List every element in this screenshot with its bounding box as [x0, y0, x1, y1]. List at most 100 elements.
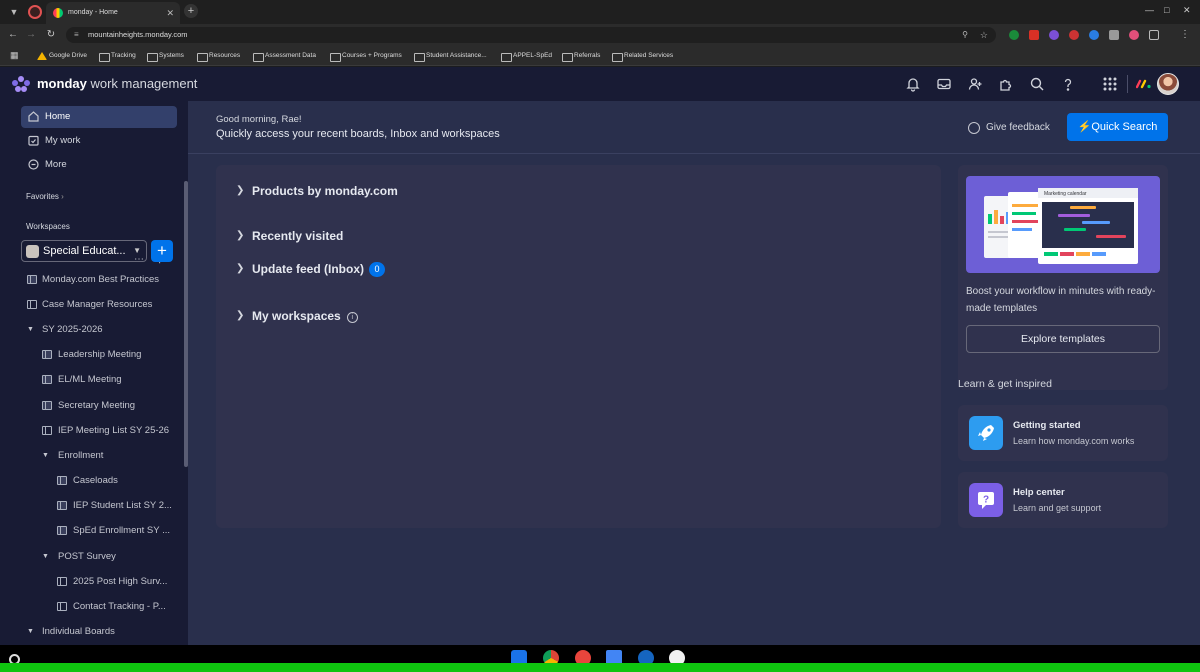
reload-icon[interactable]: ↻	[44, 27, 58, 43]
recording-tab-icon[interactable]	[28, 5, 42, 19]
help-icon[interactable]	[1060, 76, 1076, 92]
quick-search-button[interactable]: ⚡Quick Search	[1067, 113, 1168, 141]
section-my-workspaces[interactable]: ❯ My workspacesi	[236, 308, 358, 324]
search-icon[interactable]	[1029, 76, 1045, 92]
chevron-right-icon: ❯	[236, 228, 244, 244]
site-info-icon[interactable]: ≡	[74, 27, 79, 43]
integrations-puzzle-icon[interactable]	[998, 76, 1014, 92]
bookmark-star-icon[interactable]: ☆	[980, 27, 988, 43]
bookmark-item[interactable]: Systems	[147, 50, 184, 62]
extensions-puzzle-icon[interactable]	[1149, 30, 1159, 40]
info-icon[interactable]: i	[347, 312, 358, 323]
bookmark-item[interactable]: Referrals	[562, 50, 600, 62]
tree-item[interactable]: 2025 Post High Surv...	[57, 574, 167, 590]
extension-icon[interactable]	[1049, 30, 1059, 40]
tree-item[interactable]: Caseloads	[57, 473, 118, 489]
tree-item[interactable]: Monday.com Best Practices	[27, 272, 159, 288]
extension-icon[interactable]	[1009, 30, 1019, 40]
extension-icon[interactable]	[1089, 30, 1099, 40]
chevron-right-icon: ❯	[236, 183, 244, 199]
add-workspace-item-button[interactable]: +	[151, 240, 173, 262]
tree-item[interactable]: Leadership Meeting	[42, 347, 141, 363]
extension-icon[interactable]	[1129, 30, 1139, 40]
bookmark-item[interactable]: Courses + Programs	[330, 50, 402, 62]
help-center-card[interactable]: ? Help center Learn and get support	[958, 472, 1168, 528]
tree-item[interactable]: SpEd Enrollment SY ...	[57, 523, 170, 539]
section-recently-visited[interactable]: ❯ Recently visited	[236, 228, 343, 244]
tree-item[interactable]: Case Manager Resources	[27, 297, 152, 313]
tab-search-chevron-icon[interactable]: ▼	[6, 4, 22, 20]
invite-members-icon[interactable]	[967, 76, 983, 92]
tree-item[interactable]: Secretary Meeting	[42, 398, 135, 414]
section-update-feed[interactable]: ❯ Update feed (Inbox)0	[236, 261, 385, 277]
workspaces-label: Workspaces	[26, 222, 70, 231]
forward-icon[interactable]: →	[24, 27, 38, 43]
tree-folder[interactable]: ▼Enrollment	[42, 448, 103, 464]
tree-item[interactable]: IEP Meeting List SY 25-26	[42, 423, 169, 439]
give-feedback-button[interactable]: Give feedback	[968, 121, 1050, 135]
browser-tab-active[interactable]: monday - Home ✕	[46, 2, 180, 24]
bookmark-item[interactable]: APPEL-SpEd	[501, 50, 552, 62]
sidebar-item-home[interactable]: Home	[21, 106, 177, 128]
tree-item-label: Monday.com Best Practices	[42, 274, 159, 285]
extension-icon[interactable]	[1109, 30, 1119, 40]
inbox-count-badge: 0	[369, 262, 385, 277]
tree-item[interactable]: Contact Tracking - P...	[57, 599, 166, 615]
explore-templates-button[interactable]: Explore templates	[966, 325, 1160, 353]
zoom-icon[interactable]: ⚲	[962, 27, 968, 43]
bookmark-item[interactable]: Tracking	[99, 50, 136, 62]
sidebar-item-more[interactable]: More	[21, 154, 177, 176]
tree-folder[interactable]: ▼POST Survey	[42, 549, 116, 565]
apps-grid-icon[interactable]	[1102, 76, 1118, 92]
tree-folder[interactable]: ▼Individual Boards	[27, 624, 115, 640]
minimize-icon[interactable]: —	[1145, 5, 1154, 15]
back-icon[interactable]: ←	[6, 27, 20, 43]
calendar-check-icon	[27, 134, 40, 147]
app-logo-text[interactable]: monday work management	[37, 76, 197, 91]
bookmark-item[interactable]: Resources	[197, 50, 240, 62]
monday-logo-icon[interactable]	[11, 75, 31, 93]
user-avatar[interactable]	[1157, 73, 1179, 95]
bookmark-item[interactable]: Assessment Data	[253, 50, 316, 62]
tree-item-label: EL/ML Meeting	[58, 374, 122, 385]
bookmark-item[interactable]: Related Services	[612, 50, 673, 62]
bookmarks-bar: ▦ Google Drive Tracking Systems Resource…	[0, 46, 1200, 66]
section-title: Recently visited	[252, 229, 343, 243]
new-tab-button[interactable]: +	[184, 4, 198, 18]
tree-item-label: Contact Tracking - P...	[73, 601, 166, 612]
address-bar[interactable]: ≡ mountainheights.monday.com ⚲ ☆	[66, 27, 996, 43]
extension-icon[interactable]	[1069, 30, 1079, 40]
feedback-icon	[968, 122, 980, 134]
tree-item-label: Enrollment	[58, 450, 103, 461]
notifications-bell-icon[interactable]	[905, 76, 921, 92]
getting-started-card[interactable]: Getting started Learn how monday.com wor…	[958, 405, 1168, 461]
favorites-section[interactable]: Favorites ›	[26, 192, 64, 201]
close-window-icon[interactable]: ✕	[1183, 5, 1191, 16]
workspace-name: Special Educat...	[43, 241, 126, 261]
maximize-icon[interactable]: □	[1164, 5, 1169, 15]
inbox-icon[interactable]	[936, 76, 952, 92]
bookmark-item[interactable]: Student Assistance...	[414, 50, 487, 62]
caret-down-icon: ▼	[42, 549, 49, 565]
close-tab-icon[interactable]: ✕	[166, 2, 174, 24]
browser-menu-icon[interactable]: ⋮	[1180, 27, 1190, 43]
tree-item-label: SY 2025-2026	[42, 324, 103, 335]
card-title: Help center	[1013, 487, 1065, 498]
caret-down-icon: ▼	[27, 322, 34, 338]
card-title: Getting started	[1013, 420, 1081, 431]
greeting-text: Good morning, Rae!	[216, 114, 302, 125]
account-brand-icon[interactable]	[1136, 79, 1152, 89]
bookmark-item[interactable]: Google Drive	[37, 50, 87, 62]
pdf-extension-icon[interactable]	[1029, 30, 1039, 40]
tree-item[interactable]: IEP Student List SY 2...	[57, 498, 172, 514]
apps-grid-icon[interactable]: ▦	[10, 50, 19, 61]
sidebar-item-my-work[interactable]: My work	[21, 130, 177, 152]
sidebar-item-label: More	[45, 159, 67, 170]
chevron-right-icon: ❯	[236, 308, 244, 324]
workspace-selector[interactable]: Special Educat... ▼	[21, 240, 147, 262]
tree-item[interactable]: EL/ML Meeting	[42, 372, 122, 388]
tree-folder[interactable]: ▼ SY 2025-2026	[27, 322, 103, 338]
section-products[interactable]: ❯ Products by monday.com	[236, 183, 398, 199]
doc-icon	[27, 275, 37, 284]
shelf-status-strip	[0, 663, 1200, 672]
